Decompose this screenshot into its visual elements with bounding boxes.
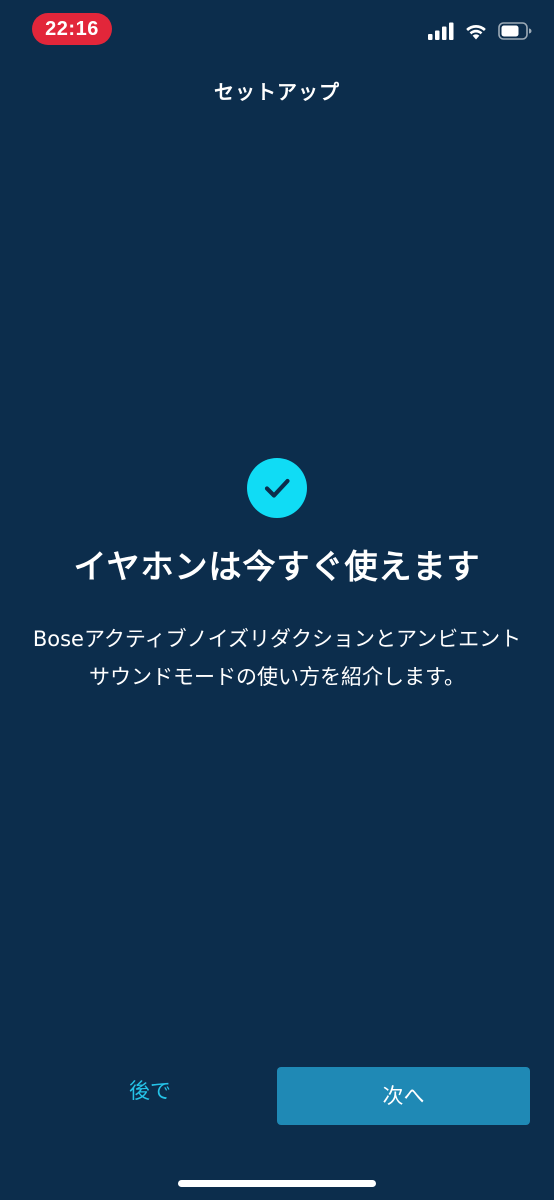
- cellular-signal-icon: [428, 22, 454, 44]
- page-title: セットアップ: [214, 80, 340, 104]
- later-button[interactable]: 後で: [88, 1068, 212, 1114]
- status-bar: 22:16: [0, 0, 554, 60]
- checkmark-circle-icon: [247, 458, 307, 518]
- next-button[interactable]: 次へ: [277, 1067, 530, 1125]
- description-text: Boseアクティブノイズリダクションとアンビエントサウンドモードの使い方を紹介し…: [32, 627, 522, 689]
- battery-icon: [498, 22, 532, 44]
- main-heading: イヤホンは今すぐ使えます: [73, 547, 481, 586]
- status-icons: [428, 20, 532, 46]
- status-time: 22:16: [32, 13, 112, 45]
- wifi-icon: [464, 22, 488, 44]
- home-indicator[interactable]: [178, 1180, 376, 1187]
